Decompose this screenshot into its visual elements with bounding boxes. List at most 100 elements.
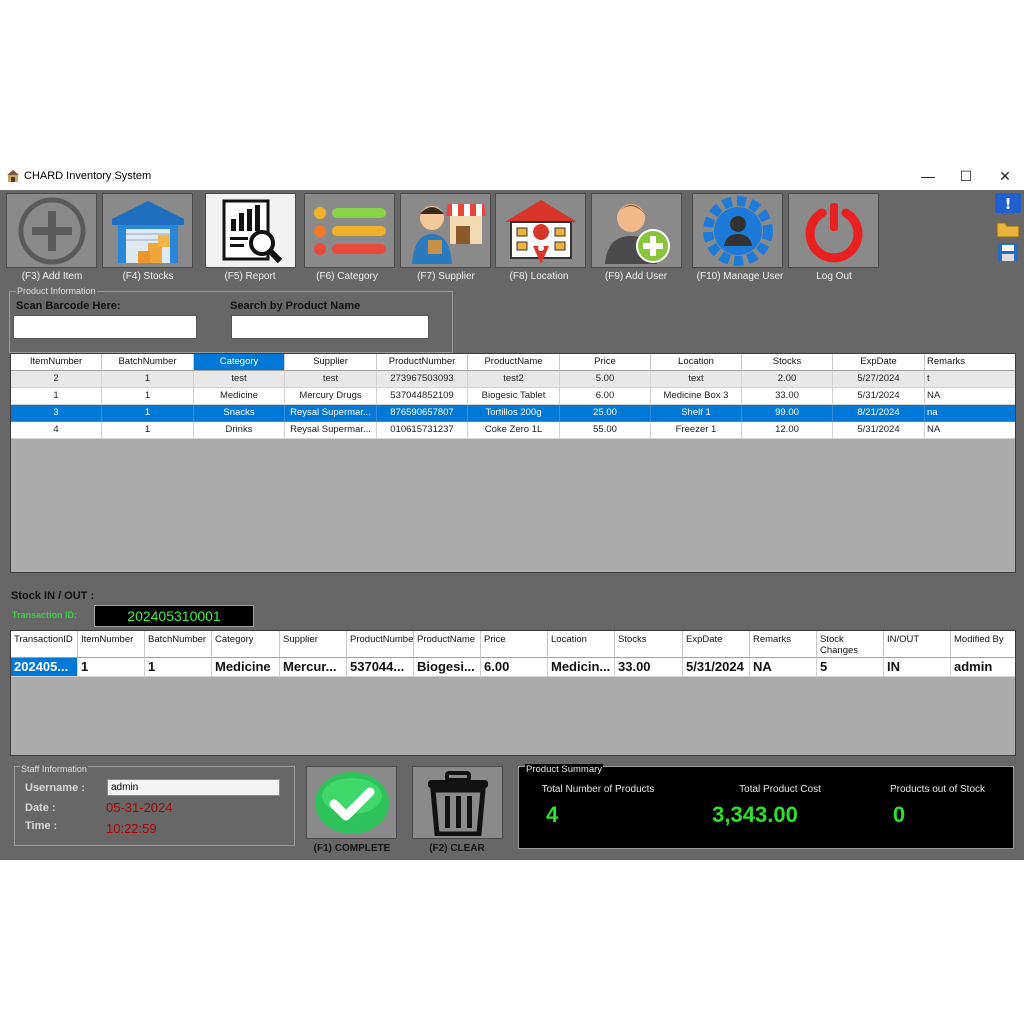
table-cell[interactable]: 5/27/2024: [833, 371, 925, 388]
table-cell[interactable]: IN: [884, 658, 951, 677]
manage-user-button[interactable]: [692, 193, 783, 268]
column-header[interactable]: Remarks: [750, 631, 817, 658]
table-cell[interactable]: na: [925, 405, 1015, 422]
column-header[interactable]: Remarks: [925, 354, 1015, 371]
table-cell[interactable]: Reysal Supermar...: [285, 422, 377, 439]
report-button[interactable]: [205, 193, 296, 268]
column-header[interactable]: ProductNumbe: [347, 631, 414, 658]
table-cell[interactable]: 4: [11, 422, 102, 439]
location-button[interactable]: [495, 193, 586, 268]
column-header[interactable]: Stocks: [615, 631, 683, 658]
column-header[interactable]: TransactionID: [11, 631, 78, 658]
table-cell[interactable]: NA: [925, 388, 1015, 405]
table-cell[interactable]: NA: [750, 658, 817, 677]
table-cell[interactable]: 537044852109: [377, 388, 468, 405]
table-cell[interactable]: 5.00: [560, 371, 651, 388]
barcode-input[interactable]: [13, 315, 197, 339]
table-cell[interactable]: 1: [102, 388, 194, 405]
save-icon[interactable]: [995, 243, 1021, 263]
table-cell[interactable]: Coke Zero 1L: [468, 422, 560, 439]
table-cell[interactable]: 5: [817, 658, 884, 677]
table-cell[interactable]: Medicine: [212, 658, 280, 677]
table-cell[interactable]: 55.00: [560, 422, 651, 439]
table-cell[interactable]: Biogesic Tablet: [468, 388, 560, 405]
table-cell[interactable]: 1: [102, 405, 194, 422]
table-cell[interactable]: text: [651, 371, 742, 388]
column-header[interactable]: ProductName: [468, 354, 560, 371]
column-header[interactable]: Stocks: [742, 354, 833, 371]
complete-button[interactable]: [306, 766, 397, 839]
add-user-button[interactable]: [591, 193, 682, 268]
stocks-button[interactable]: [102, 193, 193, 268]
minimize-button[interactable]: —: [917, 166, 939, 186]
table-cell[interactable]: 8/21/2024: [833, 405, 925, 422]
column-header[interactable]: Location: [548, 631, 615, 658]
table-cell[interactable]: 5/31/2024: [683, 658, 750, 677]
table-row[interactable]: 1 1 Medicine Mercury Drugs 537044852109 Bioge…: [11, 388, 1015, 405]
table-cell[interactable]: 010615731237: [377, 422, 468, 439]
column-header[interactable]: Category: [194, 354, 285, 371]
column-header[interactable]: ProductName: [414, 631, 481, 658]
table-cell[interactable]: Snacks: [194, 405, 285, 422]
table-cell[interactable]: admin: [951, 658, 1015, 677]
column-header[interactable]: Price: [481, 631, 548, 658]
table-row[interactable]: 3 1 Snacks Reysal Supermar... 876590657807 To…: [11, 405, 1015, 422]
column-header[interactable]: BatchNumber: [102, 354, 194, 371]
table-cell[interactable]: test2: [468, 371, 560, 388]
folder-icon[interactable]: [995, 219, 1021, 239]
table-cell[interactable]: 273967503093: [377, 371, 468, 388]
maximize-button[interactable]: ☐: [955, 166, 977, 186]
column-header[interactable]: ExpDate: [683, 631, 750, 658]
table-cell[interactable]: 33.00: [615, 658, 683, 677]
info-icon[interactable]: !: [995, 193, 1021, 213]
table-cell[interactable]: 5/31/2024: [833, 422, 925, 439]
column-header[interactable]: Location: [651, 354, 742, 371]
table-cell[interactable]: Freezer 1: [651, 422, 742, 439]
table-cell[interactable]: 1: [102, 371, 194, 388]
table-cell[interactable]: Drinks: [194, 422, 285, 439]
category-button[interactable]: [304, 193, 395, 268]
table-cell[interactable]: 202405...: [11, 658, 78, 677]
table-cell[interactable]: 99.00: [742, 405, 833, 422]
table-cell[interactable]: 1: [102, 422, 194, 439]
table-cell[interactable]: 25.00: [560, 405, 651, 422]
table-cell[interactable]: Medicine Box 3: [651, 388, 742, 405]
table-cell[interactable]: Tortillos 200g: [468, 405, 560, 422]
product-table[interactable]: ItemNumber BatchNumber Category Supplier Pro…: [10, 353, 1016, 573]
add-item-button[interactable]: [6, 193, 97, 268]
column-header[interactable]: ItemNumber: [11, 354, 102, 371]
logout-button[interactable]: [788, 193, 879, 268]
table-cell[interactable]: 537044...: [347, 658, 414, 677]
table-cell[interactable]: test: [285, 371, 377, 388]
table-cell[interactable]: Medicin...: [548, 658, 615, 677]
column-header[interactable]: IN/OUT: [884, 631, 951, 658]
username-field[interactable]: [107, 779, 280, 796]
table-cell[interactable]: 33.00: [742, 388, 833, 405]
column-header[interactable]: BatchNumber: [145, 631, 212, 658]
table-cell[interactable]: 6.00: [560, 388, 651, 405]
column-header[interactable]: Supplier: [285, 354, 377, 371]
table-cell[interactable]: t: [925, 371, 1015, 388]
search-product-input[interactable]: [231, 315, 429, 339]
column-header[interactable]: ItemNumber: [78, 631, 145, 658]
table-cell[interactable]: 1: [145, 658, 212, 677]
table-cell[interactable]: Medicine: [194, 388, 285, 405]
column-header[interactable]: Stock Changes: [817, 631, 884, 658]
supplier-button[interactable]: [400, 193, 491, 268]
clear-button[interactable]: [412, 766, 503, 839]
table-cell[interactable]: 1: [78, 658, 145, 677]
column-header[interactable]: Price: [560, 354, 651, 371]
table-cell[interactable]: 3: [11, 405, 102, 422]
table-cell[interactable]: Biogesi...: [414, 658, 481, 677]
table-cell[interactable]: Mercury Drugs: [285, 388, 377, 405]
table-cell[interactable]: 5/31/2024: [833, 388, 925, 405]
table-cell[interactable]: test: [194, 371, 285, 388]
column-header[interactable]: ProductNumber: [377, 354, 468, 371]
table-cell[interactable]: 2.00: [742, 371, 833, 388]
transaction-table[interactable]: TransactionID 202405... ItemNumber 1 BatchNu…: [10, 630, 1016, 756]
table-cell[interactable]: 1: [11, 388, 102, 405]
table-cell[interactable]: Shelf 1: [651, 405, 742, 422]
table-cell[interactable]: NA: [925, 422, 1015, 439]
column-header[interactable]: Category: [212, 631, 280, 658]
column-header[interactable]: ExpDate: [833, 354, 925, 371]
